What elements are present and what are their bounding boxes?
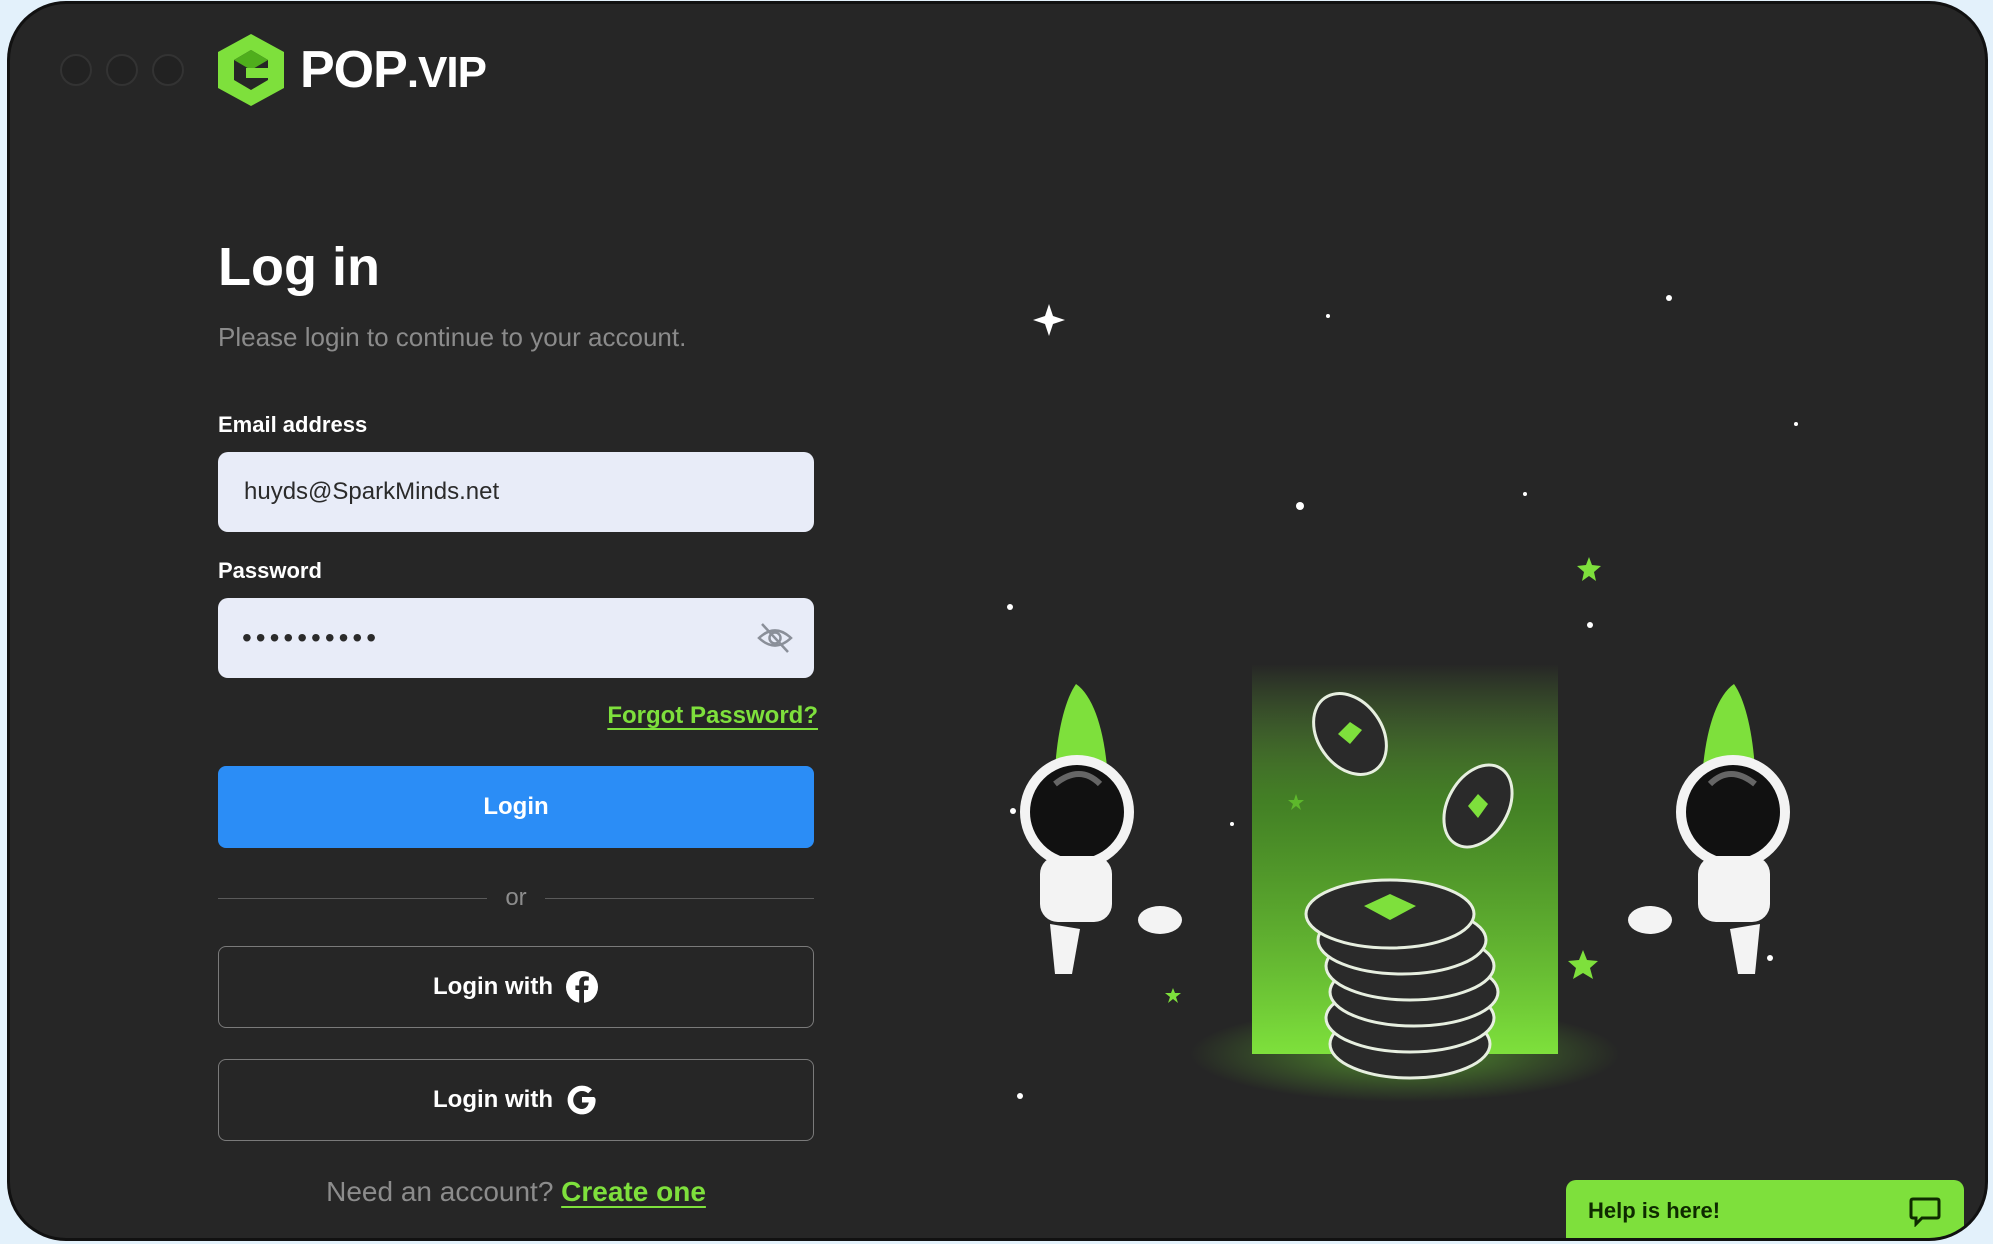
coin-stack — [1304, 878, 1500, 1080]
help-chat-widget[interactable]: Help is here! — [1566, 1180, 1964, 1238]
page-title: Log in — [218, 237, 380, 297]
signup-prompt: Need an account? Create one — [218, 1176, 814, 1208]
help-label: Help is here! — [1588, 1198, 1721, 1223]
facebook-login-button[interactable]: Login with — [218, 946, 814, 1028]
eye-off-icon[interactable] — [756, 620, 794, 656]
minimize-window-button[interactable] — [106, 54, 138, 86]
window-controls — [60, 54, 184, 86]
email-field[interactable] — [242, 477, 790, 507]
brand-name-main: POP — [300, 41, 408, 99]
close-window-button[interactable] — [60, 54, 92, 86]
astronaut-coins-illustration — [1007, 295, 1798, 1102]
email-field-container — [218, 452, 814, 532]
login-button[interactable]: Login — [218, 766, 814, 848]
google-icon — [567, 1085, 596, 1115]
forgot-password-link[interactable]: Forgot Password? — [607, 702, 818, 730]
divider-line-left — [218, 897, 488, 899]
divider-line-right — [544, 897, 814, 899]
or-divider: or — [218, 884, 814, 912]
maximize-window-button[interactable] — [152, 54, 184, 86]
create-account-link[interactable]: Create one — [561, 1176, 706, 1207]
chat-icon — [1909, 1197, 1941, 1227]
page-subtitle: Please login to continue to your account… — [218, 322, 687, 352]
brand-name-suffix: .VIP — [406, 48, 487, 97]
divider-text: or — [505, 884, 527, 911]
facebook-login-label: Login with — [433, 973, 553, 1000]
brand-logo[interactable]: POP.VIP — [216, 32, 487, 108]
facebook-icon — [565, 971, 598, 1003]
pop-vip-logo-icon — [218, 34, 284, 106]
google-login-button[interactable]: Login with — [218, 1059, 814, 1141]
password-field-container: •••••••••• — [218, 598, 814, 678]
astronaut-right — [1628, 684, 1790, 974]
google-login-label: Login with — [433, 1086, 553, 1113]
signup-prompt-text: Need an account? — [326, 1176, 554, 1207]
password-label: Password — [218, 558, 322, 583]
password-field[interactable]: •••••••••• — [242, 622, 380, 654]
app-window: POP.VIP Log in Please login to continue … — [10, 4, 1985, 1238]
astronaut-left — [1020, 684, 1182, 974]
email-label: Email address — [218, 412, 368, 437]
brand-name: POP.VIP — [300, 40, 487, 100]
